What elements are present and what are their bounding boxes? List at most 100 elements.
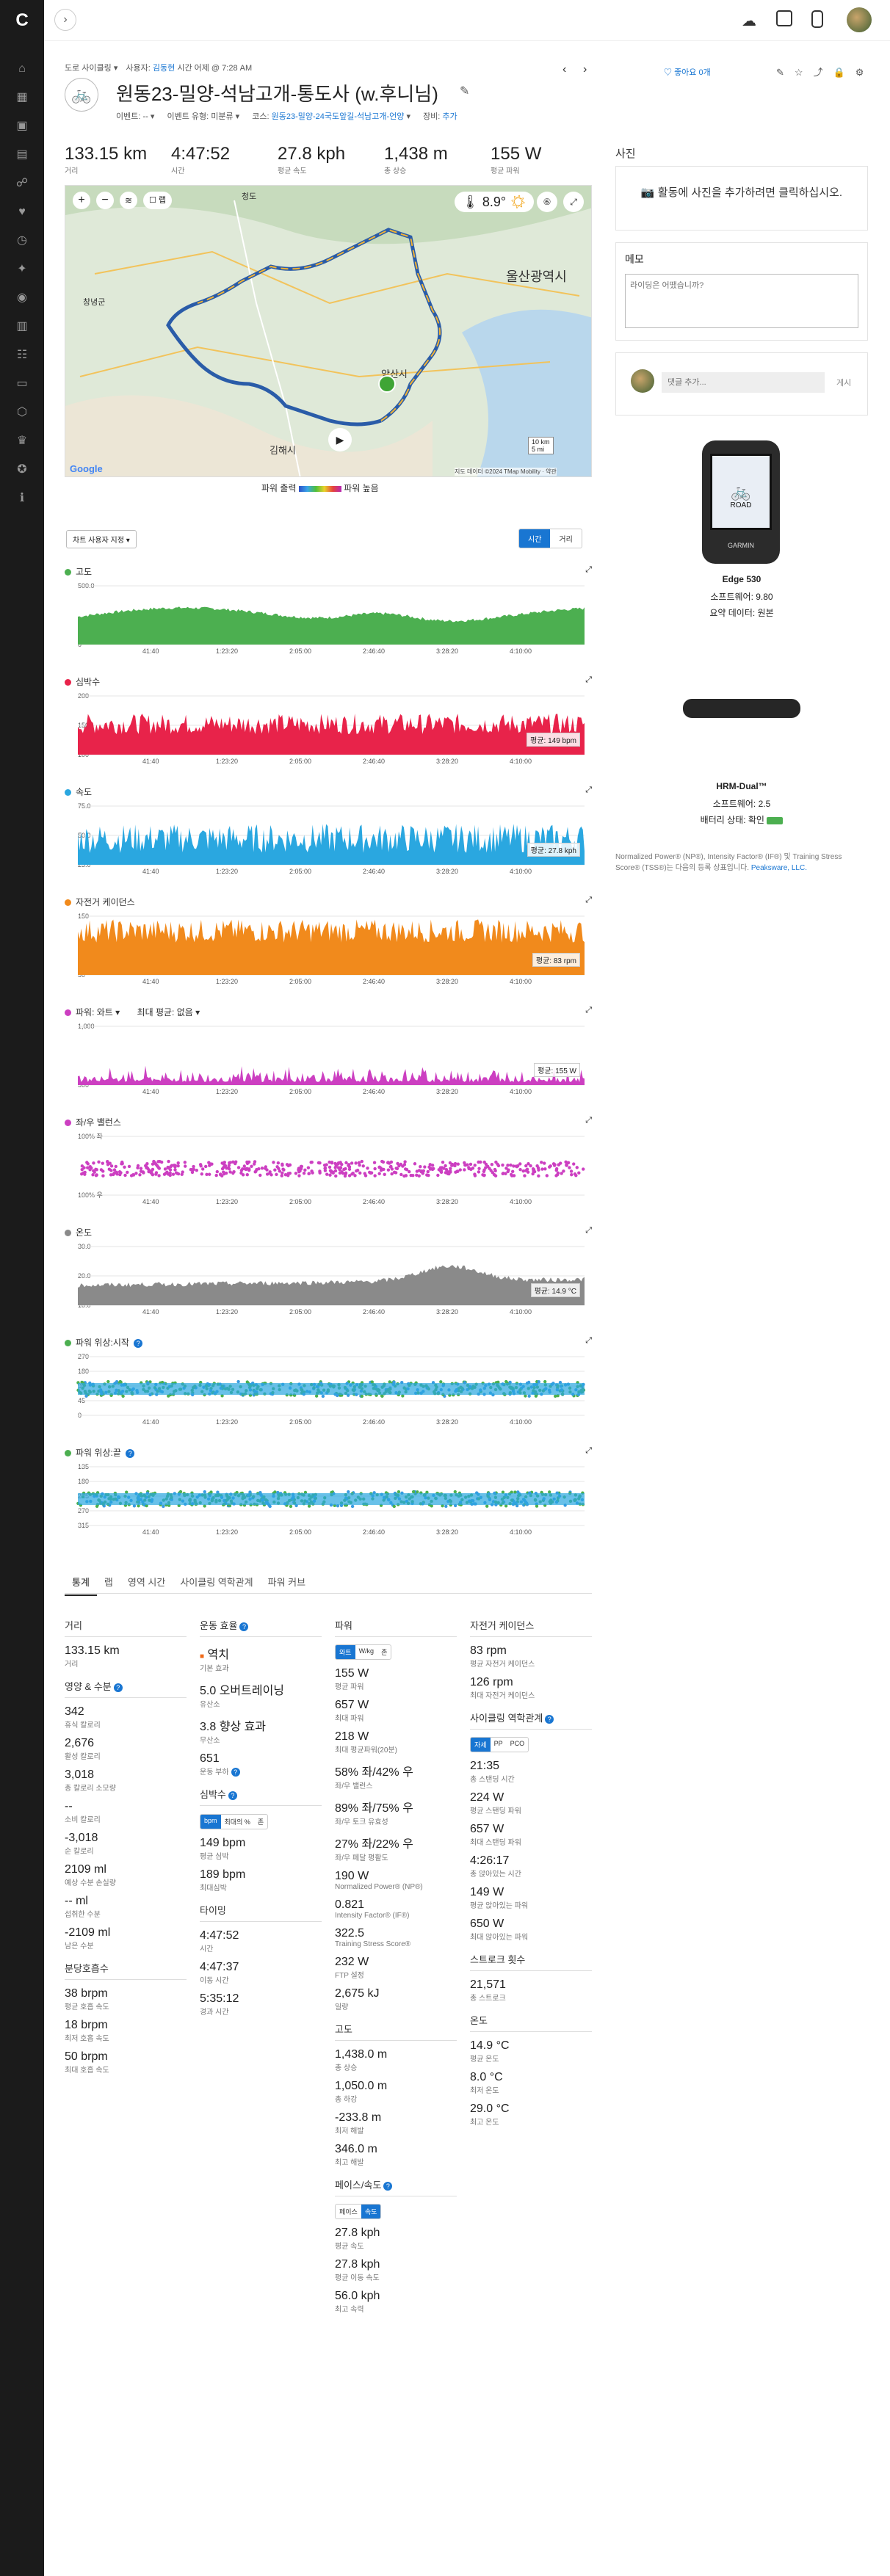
chart-plot[interactable]: 13518022527031541:401:23:202:05:002:46:4… (65, 1459, 592, 1548)
group-icon[interactable]: ☷ (15, 348, 29, 363)
calendar-icon[interactable]: ▣ (15, 119, 29, 134)
report-icon[interactable]: ▤ (15, 148, 29, 162)
toggle-option[interactable]: 존 (377, 1645, 391, 1659)
photos-add-area[interactable]: 📷 활동에 사진을 추가하려면 클릭하십시오. (615, 166, 868, 231)
toggle-option[interactable]: PP (491, 1738, 507, 1752)
chart-icon[interactable]: ▥ (15, 319, 29, 334)
heart-icon[interactable]: ♥ (15, 205, 29, 219)
folder-icon[interactable]: ▭ (15, 377, 29, 391)
x-axis-distance-button[interactable]: 거리 (550, 529, 581, 548)
chart-expand-icon[interactable]: ⤢ (585, 786, 592, 795)
chart-expand-icon[interactable]: ⤢ (585, 1006, 592, 1015)
memo-input[interactable] (625, 274, 858, 328)
chart-title: 온도 (65, 1226, 92, 1238)
home-icon[interactable]: ⌂ (15, 62, 29, 76)
course-link[interactable]: 원동23-밀양-24국도앞길-석남고개-언양 (272, 112, 405, 121)
gear-add-link[interactable]: 추가 (442, 112, 457, 121)
lock-icon[interactable]: 🔒 (833, 67, 855, 78)
map-terms-link[interactable]: 약관 (546, 468, 557, 475)
watch-icon[interactable] (811, 10, 823, 28)
help-icon[interactable]: ? (113, 1683, 123, 1692)
help-icon[interactable]: ? (239, 1622, 249, 1631)
zoom-out-button[interactable]: − (96, 192, 114, 209)
chart-plot[interactable]: 30.020.010.041:401:23:202:05:002:46:403:… (65, 1239, 592, 1327)
layers-icon[interactable]: ≋ (120, 192, 137, 209)
events-select[interactable]: -- (142, 112, 148, 121)
comment-post-button[interactable]: 게시 (836, 377, 851, 388)
toggle-option[interactable]: PCO (507, 1738, 529, 1752)
toggle-option[interactable]: 자세 (471, 1738, 491, 1752)
laps-toggle[interactable]: ☐ 랩 (143, 192, 173, 209)
settings-icon[interactable]: ✪ (15, 462, 29, 477)
runner-icon[interactable]: ☍ (15, 176, 29, 191)
chart-plot[interactable]: 2701809045041:401:23:202:05:002:46:403:2… (65, 1349, 592, 1437)
tab-3[interactable]: 사이클링 역학관계 (173, 1567, 260, 1594)
toggle-option[interactable]: 최대의 % (221, 1815, 254, 1829)
badge-icon[interactable]: ⬡ (15, 405, 29, 420)
comment-input[interactable] (662, 372, 825, 393)
star-icon[interactable]: ☆ (795, 67, 814, 78)
chart-plot[interactable]: 500.0041:401:23:202:05:002:46:403:28:204… (65, 578, 592, 667)
trophy-icon[interactable]: ♛ (15, 434, 29, 449)
chart-plot[interactable]: 1,00050041:401:23:202:05:002:46:403:28:2… (65, 1019, 592, 1107)
timer-icon[interactable]: ◷ (15, 233, 29, 248)
tab-4[interactable]: 파워 커브 (261, 1567, 313, 1594)
tab-2[interactable]: 영역 시간 (120, 1567, 173, 1594)
help-icon[interactable]: ? (134, 1339, 143, 1348)
chart-max-avg-select[interactable]: 최대 평균: 없음 (137, 1007, 193, 1017)
play-route-button[interactable]: ▶ (328, 428, 352, 451)
chart-plot[interactable]: 1501005041:401:23:202:05:002:46:403:28:2… (65, 909, 592, 997)
chart-plot[interactable]: 20015010041:401:23:202:05:002:46:403:28:… (65, 689, 592, 777)
gear-icon[interactable]: ⚙ (855, 67, 875, 78)
chart-plot[interactable]: 100% 좌100% 우41:40 1:23:20 2:05:00 2:46:40 3:… (65, 1129, 592, 1217)
avatar[interactable] (847, 7, 872, 32)
toggle-option[interactable]: 페이스 (336, 2205, 361, 2218)
next-activity-icon[interactable]: › (583, 63, 587, 76)
chart-expand-icon[interactable]: ⤢ (585, 1336, 592, 1346)
hrm-name[interactable]: HRM-Dual™ (615, 781, 868, 791)
location-icon[interactable]: ◉ (15, 291, 29, 305)
lightbulb-icon[interactable]: ✦ (15, 262, 29, 277)
toggle-option[interactable]: 와트 (336, 1645, 355, 1659)
toggle-option[interactable]: 속도 (361, 2205, 381, 2218)
zoom-in-button[interactable]: + (73, 192, 90, 209)
like-button[interactable]: ♡ 좋아요 0개 (664, 66, 711, 78)
playback-speed-button[interactable]: ⑥ (537, 192, 557, 212)
tab-0[interactable]: 통계 (65, 1567, 97, 1596)
breadcrumb-activity-type[interactable]: 도로 사이클링 (65, 64, 112, 73)
help-icon[interactable]: ? (228, 1791, 237, 1800)
peaksware-link[interactable]: Peaksware, LLC. (751, 864, 807, 872)
fullscreen-button[interactable]: ⤢ (563, 192, 584, 212)
chart-expand-icon[interactable]: ⤢ (585, 896, 592, 905)
prev-activity-icon[interactable]: ‹ (562, 63, 566, 76)
edit-title-icon[interactable]: ✎ (460, 84, 469, 98)
share-icon[interactable]: ⤴ (814, 67, 833, 78)
chart-expand-icon[interactable]: ⤢ (585, 565, 592, 575)
chart-expand-icon[interactable]: ⤢ (585, 1446, 592, 1456)
device-name[interactable]: Edge 530 (615, 574, 868, 584)
info-icon[interactable]: ℹ (15, 491, 29, 506)
chart-expand-icon[interactable]: ⤢ (585, 675, 592, 685)
help-icon[interactable]: ? (545, 1715, 554, 1724)
chart-expand-icon[interactable]: ⤢ (585, 1116, 592, 1125)
help-icon[interactable]: ? (126, 1449, 135, 1458)
tab-1[interactable]: 랩 (97, 1567, 120, 1594)
toggle-option[interactable]: W/kg (355, 1645, 378, 1659)
inbox-icon[interactable] (776, 10, 792, 26)
toggle-option[interactable]: bpm (200, 1815, 221, 1829)
chart-expand-icon[interactable]: ⤢ (585, 1226, 592, 1236)
owner-link[interactable]: 김동현 (153, 64, 175, 73)
chart-plot[interactable]: 75.050.025.041:401:23:202:05:002:46:403:… (65, 799, 592, 887)
garmin-logo-icon[interactable]: C (10, 10, 34, 31)
edit-icon[interactable]: ✎ (776, 67, 795, 78)
route-map[interactable]: + − ≋ ☐ 랩 🌡 8.9° ☀ ⑥ ⤢ 울산광역시 양산시 김해시 창녕군… (65, 185, 592, 477)
chart-customize-select[interactable]: 차트 사용자 지정 ▾ (66, 530, 137, 548)
toggle-option[interactable]: 존 (254, 1815, 267, 1829)
x-axis-time-button[interactable]: 시간 (519, 529, 551, 548)
help-icon[interactable]: ? (383, 2182, 393, 2191)
upload-icon[interactable]: ☁ (742, 12, 756, 30)
event-type-select[interactable]: 미분류 (211, 112, 233, 121)
expand-nav-icon[interactable]: › (54, 9, 76, 31)
help-icon[interactable]: ? (231, 1768, 240, 1777)
activity-icon[interactable]: ▦ (15, 90, 29, 105)
